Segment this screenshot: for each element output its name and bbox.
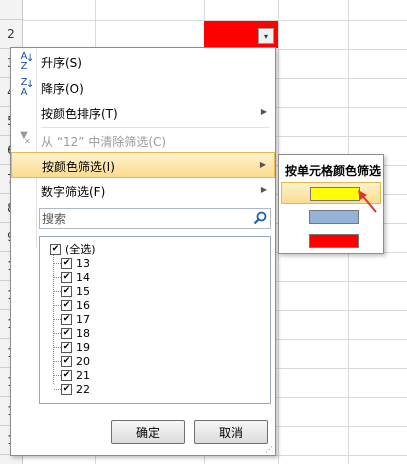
autofilter-menu: A Z ↓ 升序(S) Z A ↓ 降序(O) 按颜色排序(T) ▶ ▼ ✕ 从 “12”… xyxy=(10,47,276,456)
list-item[interactable]: ✔ 16 xyxy=(61,298,90,312)
checkbox[interactable]: ✔ xyxy=(61,257,72,269)
menu-item-filter-by-color[interactable]: 按颜色筛选(I) ▶ xyxy=(11,152,275,178)
checkbox[interactable]: ✔ xyxy=(61,299,72,311)
list-item-label: 21 xyxy=(76,368,90,382)
menu-item-label: 按颜色排序(T) xyxy=(41,107,118,121)
tree-line xyxy=(54,319,61,320)
list-item-label: 20 xyxy=(76,354,90,368)
list-item[interactable]: ✔ 22 xyxy=(61,382,90,396)
tree-line xyxy=(54,305,61,306)
value-checklist[interactable]: ✔ (全选) ✔ 13 ✔ 14 ✔ 15 ✔ 16 ✔ 17 ✔ 18 ✔ 1… xyxy=(39,236,271,404)
list-item-select-all[interactable]: ✔ (全选) xyxy=(50,242,96,256)
list-item-label: 15 xyxy=(76,284,90,298)
list-item-label: 22 xyxy=(76,382,90,396)
menu-item-label: 升序(S) xyxy=(41,56,82,70)
row-header[interactable] xyxy=(0,0,22,20)
checkbox[interactable]: ✔ xyxy=(61,369,72,381)
search-box[interactable] xyxy=(39,208,271,229)
ok-button[interactable]: 确定 xyxy=(111,420,185,444)
submenu-title: 按单元格颜色筛选 xyxy=(285,164,382,178)
search-input[interactable] xyxy=(42,210,242,227)
checkbox[interactable]: ✔ xyxy=(61,271,72,283)
color-option-red[interactable] xyxy=(281,230,381,252)
list-item-label: 18 xyxy=(76,326,90,340)
clear-filter-icon: ▼ ✕ xyxy=(20,130,31,147)
checkbox[interactable]: ✔ xyxy=(61,341,72,353)
list-item-label: (全选) xyxy=(65,243,96,256)
color-swatch xyxy=(309,234,359,248)
cancel-button[interactable]: 取消 xyxy=(194,420,268,444)
color-swatch xyxy=(309,210,359,224)
submenu-arrow-icon: ▶ xyxy=(260,107,267,116)
menu-item-sort-ascending[interactable]: A Z ↓ 升序(S) xyxy=(11,49,275,75)
resize-grip-icon[interactable]: ⋰ xyxy=(265,445,273,454)
list-item-label: 16 xyxy=(76,298,90,312)
tree-line xyxy=(54,361,61,362)
color-swatch xyxy=(310,187,360,201)
list-item[interactable]: ✔ 19 xyxy=(61,340,90,354)
menu-item-number-filters[interactable]: 数字筛选(F) ▶ xyxy=(11,178,275,204)
menu-item-label: 按颜色筛选(I) xyxy=(42,160,115,174)
checkbox[interactable]: ✔ xyxy=(61,313,72,325)
list-item[interactable]: ✔ 21 xyxy=(61,368,90,382)
submenu-arrow-icon: ▶ xyxy=(260,185,267,194)
row-header[interactable]: 2 xyxy=(0,20,22,49)
tree-line xyxy=(54,263,61,264)
list-item[interactable]: ✔ 18 xyxy=(61,326,90,340)
menu-item-clear-filter: ▼ ✕ 从 “12” 中清除筛选(C) xyxy=(11,128,275,154)
list-item-label: 19 xyxy=(76,340,90,354)
list-item-label: 13 xyxy=(76,256,90,270)
menu-item-label: 数字筛选(F) xyxy=(41,185,106,199)
tree-line xyxy=(54,375,61,376)
tree-line xyxy=(54,347,61,348)
menu-item-sort-by-color[interactable]: 按颜色排序(T) ▶ xyxy=(11,100,275,126)
list-item-label: 17 xyxy=(76,312,90,326)
menu-item-label: 从 “12” 中清除筛选(C) xyxy=(41,135,167,149)
tree-line xyxy=(54,277,61,278)
filter-dropdown-button[interactable]: ▾ xyxy=(258,28,274,44)
checkbox[interactable]: ✔ xyxy=(61,355,72,367)
list-item[interactable]: ✔ 14 xyxy=(61,270,90,284)
checkbox[interactable]: ✔ xyxy=(50,243,61,255)
annotation-arrow-swatch xyxy=(358,190,377,213)
tree-line xyxy=(54,389,61,390)
tree-line xyxy=(54,333,61,334)
checkbox[interactable]: ✔ xyxy=(61,383,72,395)
list-item[interactable]: ✔ 15 xyxy=(61,284,90,298)
sort-ascending-icon: A Z ↓ xyxy=(20,51,35,72)
list-item[interactable]: ✔ 13 xyxy=(61,256,90,270)
checkbox[interactable]: ✔ xyxy=(61,285,72,297)
list-item[interactable]: ✔ 17 xyxy=(61,312,90,326)
submenu-arrow-icon: ▶ xyxy=(259,160,266,169)
menu-item-label: 降序(O) xyxy=(41,82,84,96)
sort-descending-icon: Z A ↓ xyxy=(20,77,35,98)
list-item[interactable]: ✔ 20 xyxy=(61,354,90,368)
checkbox[interactable]: ✔ xyxy=(61,327,72,339)
search-icon[interactable] xyxy=(252,210,268,226)
tree-line xyxy=(54,291,61,292)
menu-item-sort-descending[interactable]: Z A ↓ 降序(O) xyxy=(11,75,275,101)
list-item-label: 14 xyxy=(76,270,90,284)
